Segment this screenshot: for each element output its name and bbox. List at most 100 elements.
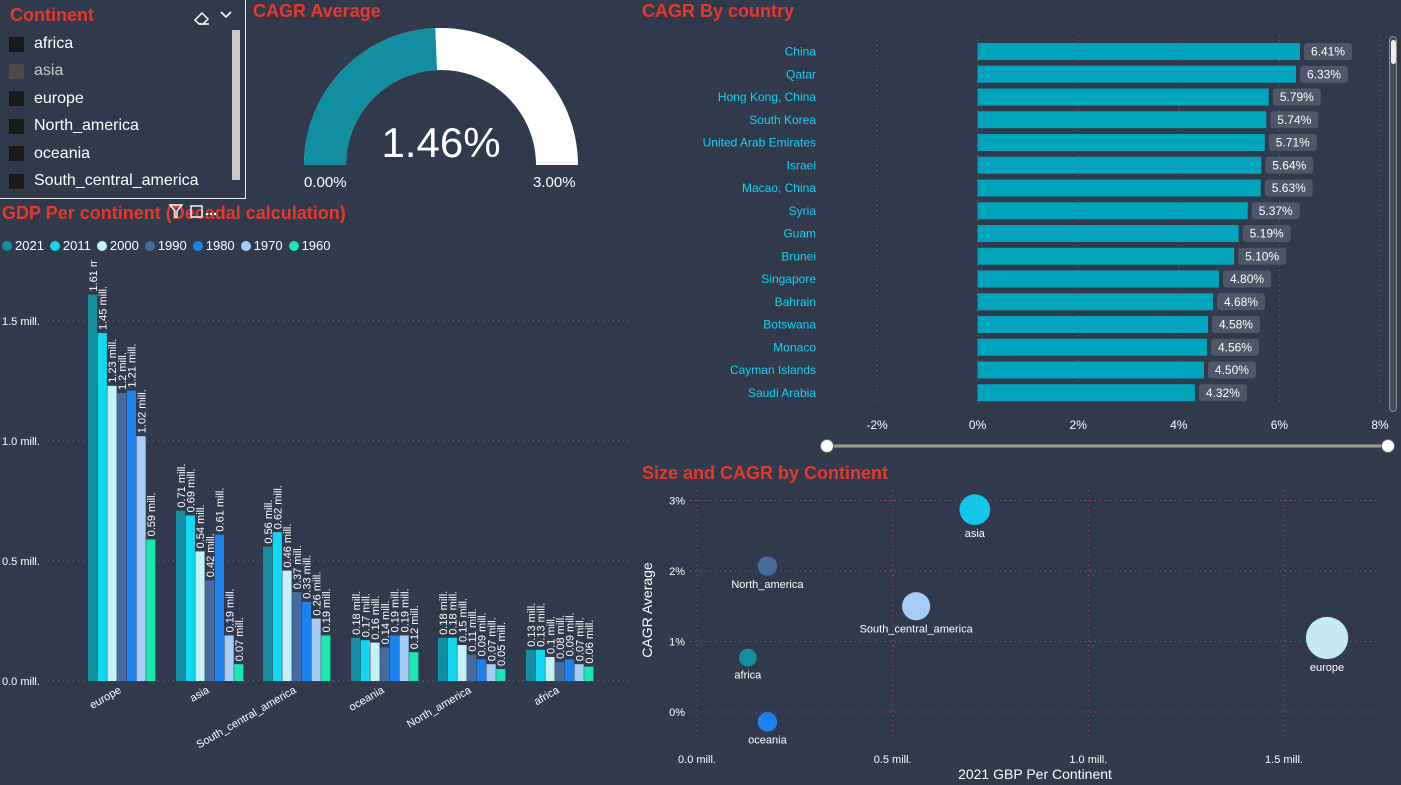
- bar: [977, 43, 1301, 60]
- column-data-label: 0.59 mill.: [146, 492, 158, 536]
- slicer-item-label: europe: [34, 89, 84, 107]
- bar: [977, 247, 1235, 265]
- legend-item-2011[interactable]: 2011: [49, 238, 91, 253]
- category-label: oceania: [347, 684, 387, 714]
- slicer-item-south_central_america[interactable]: South_central_america: [9, 170, 199, 192]
- column-bar: [555, 661, 565, 681]
- column-bar: [88, 294, 98, 681]
- scatter-point-label: North_america: [731, 579, 804, 591]
- range-slider-handle-right[interactable]: [1381, 439, 1395, 453]
- legend-item-1970[interactable]: 1970: [240, 238, 283, 253]
- y-tick-label: 1.0 mill.: [2, 436, 40, 448]
- slicer-item-north_america[interactable]: North_america: [9, 115, 139, 137]
- column-data-label: 1.45 mill.: [98, 286, 110, 330]
- scatter-point: [902, 592, 931, 621]
- slicer-item-europe[interactable]: europe: [9, 88, 84, 110]
- slicer-item-label: africa: [34, 35, 74, 52]
- slicer-scrollbar[interactable]: [232, 30, 240, 180]
- data-label: 6.41%: [1311, 45, 1345, 59]
- more-options-icon[interactable]: [205, 212, 216, 216]
- scatter-point: [739, 648, 757, 667]
- slicer-checkbox[interactable]: [9, 173, 24, 189]
- legend-item-1990[interactable]: 1990: [144, 238, 187, 253]
- legend-marker: [144, 240, 155, 251]
- bar: [977, 293, 1214, 311]
- slicer-checkbox[interactable]: [9, 36, 24, 52]
- column-data-label: 1.21 mill.: [127, 344, 139, 388]
- slicer-checkbox[interactable]: [9, 118, 24, 134]
- x-tick-label: 8%: [1371, 418, 1389, 432]
- bar: [977, 88, 1269, 106]
- column-bar: [380, 647, 390, 681]
- filter-icon[interactable]: [168, 204, 184, 218]
- category-label: Macao, China: [742, 181, 816, 195]
- column-bar: [496, 669, 506, 681]
- column-bar: [107, 385, 117, 681]
- slicer-item-label: asia: [34, 62, 64, 80]
- data-label: 5.10%: [1245, 249, 1279, 263]
- slicer-checkbox[interactable]: [9, 63, 24, 79]
- y-tick-label: 0.0 mill.: [2, 676, 40, 688]
- bar-chart-scroll-thumb[interactable]: [1391, 40, 1396, 64]
- slicer-checkbox[interactable]: [9, 91, 24, 107]
- chevron-down-icon[interactable]: [220, 11, 232, 19]
- x-tick-label: 1.5 mill.: [1265, 754, 1303, 766]
- category-label: Saudi Arabia: [748, 386, 816, 400]
- slicer-item-asia[interactable]: asia: [9, 60, 63, 82]
- x-axis-label: 2021 GBP Per Continent: [958, 766, 1112, 782]
- column-data-label: 0.61 mill.: [215, 488, 227, 532]
- column-bar: [224, 635, 234, 681]
- legend-label: 1970: [253, 238, 283, 253]
- scatter-point-label: oceania: [748, 735, 787, 747]
- legend-item-2000[interactable]: 2000: [96, 238, 139, 253]
- column-bar: [564, 659, 574, 681]
- legend-item-1980[interactable]: 1980: [192, 238, 235, 253]
- category-label: Hong Kong, China: [718, 90, 816, 104]
- slicer-checkbox[interactable]: [9, 146, 24, 162]
- legend-item-1960[interactable]: 1960: [288, 238, 331, 253]
- category-label: Cayman Islands: [730, 363, 816, 377]
- data-label: 5.19%: [1250, 227, 1284, 241]
- scatter-point-label: europe: [1310, 662, 1344, 674]
- size-cagr-scatter: 0.0 mill. 0.5 mill. 1.0 mill. 1.5 mill. 0% 1%…: [639, 490, 1380, 782]
- column-data-label: 0.07 mill.: [234, 617, 246, 661]
- category-label: United Arab Emirates: [703, 136, 816, 150]
- eraser-icon[interactable]: [193, 11, 210, 25]
- bar-chart-scrollbar[interactable]: [1389, 36, 1397, 412]
- range-slider-handle-left[interactable]: [820, 439, 834, 453]
- range-slider[interactable]: [815, 435, 1400, 457]
- column-data-label: 1.02 mill.: [136, 389, 148, 433]
- slicer-header-icons: [193, 11, 232, 25]
- column-bar: [545, 657, 555, 681]
- column-bar: [301, 601, 311, 681]
- gauge-value: 1.46%: [381, 119, 500, 166]
- scatter-point: [959, 494, 991, 526]
- bar: [977, 156, 1262, 174]
- category-label: europe: [88, 684, 124, 712]
- category-label: China: [785, 45, 817, 59]
- legend-marker: [192, 240, 203, 251]
- column-bar: [126, 390, 136, 681]
- x-tick-label: 4%: [1170, 418, 1188, 432]
- bar: [977, 270, 1220, 288]
- legend-item-2021[interactable]: 2021: [2, 238, 44, 253]
- slicer-item-africa[interactable]: africa: [9, 33, 73, 55]
- column-bar: [409, 652, 419, 681]
- y-tick-label: 0.5 mill.: [2, 556, 40, 568]
- legend-marker: [49, 240, 60, 251]
- category-label: asia: [188, 684, 212, 705]
- x-tick-label: 0%: [969, 418, 987, 432]
- column-bar: [486, 664, 496, 681]
- bar: [977, 361, 1204, 379]
- grouped-chart-header-icons: [168, 204, 216, 218]
- column-bar: [321, 635, 331, 681]
- data-label: 5.74%: [1277, 113, 1311, 127]
- focus-mode-icon[interactable]: [190, 205, 203, 218]
- category-label: Monaco: [773, 340, 816, 354]
- column-data-label: 0.06 mill.: [584, 620, 596, 664]
- column-bar: [195, 551, 205, 681]
- bar: [977, 384, 1195, 402]
- scatter-point-label: South_central_america: [860, 623, 974, 635]
- slicer-item-oceania[interactable]: oceania: [9, 143, 90, 165]
- legend-label: 1980: [205, 238, 235, 253]
